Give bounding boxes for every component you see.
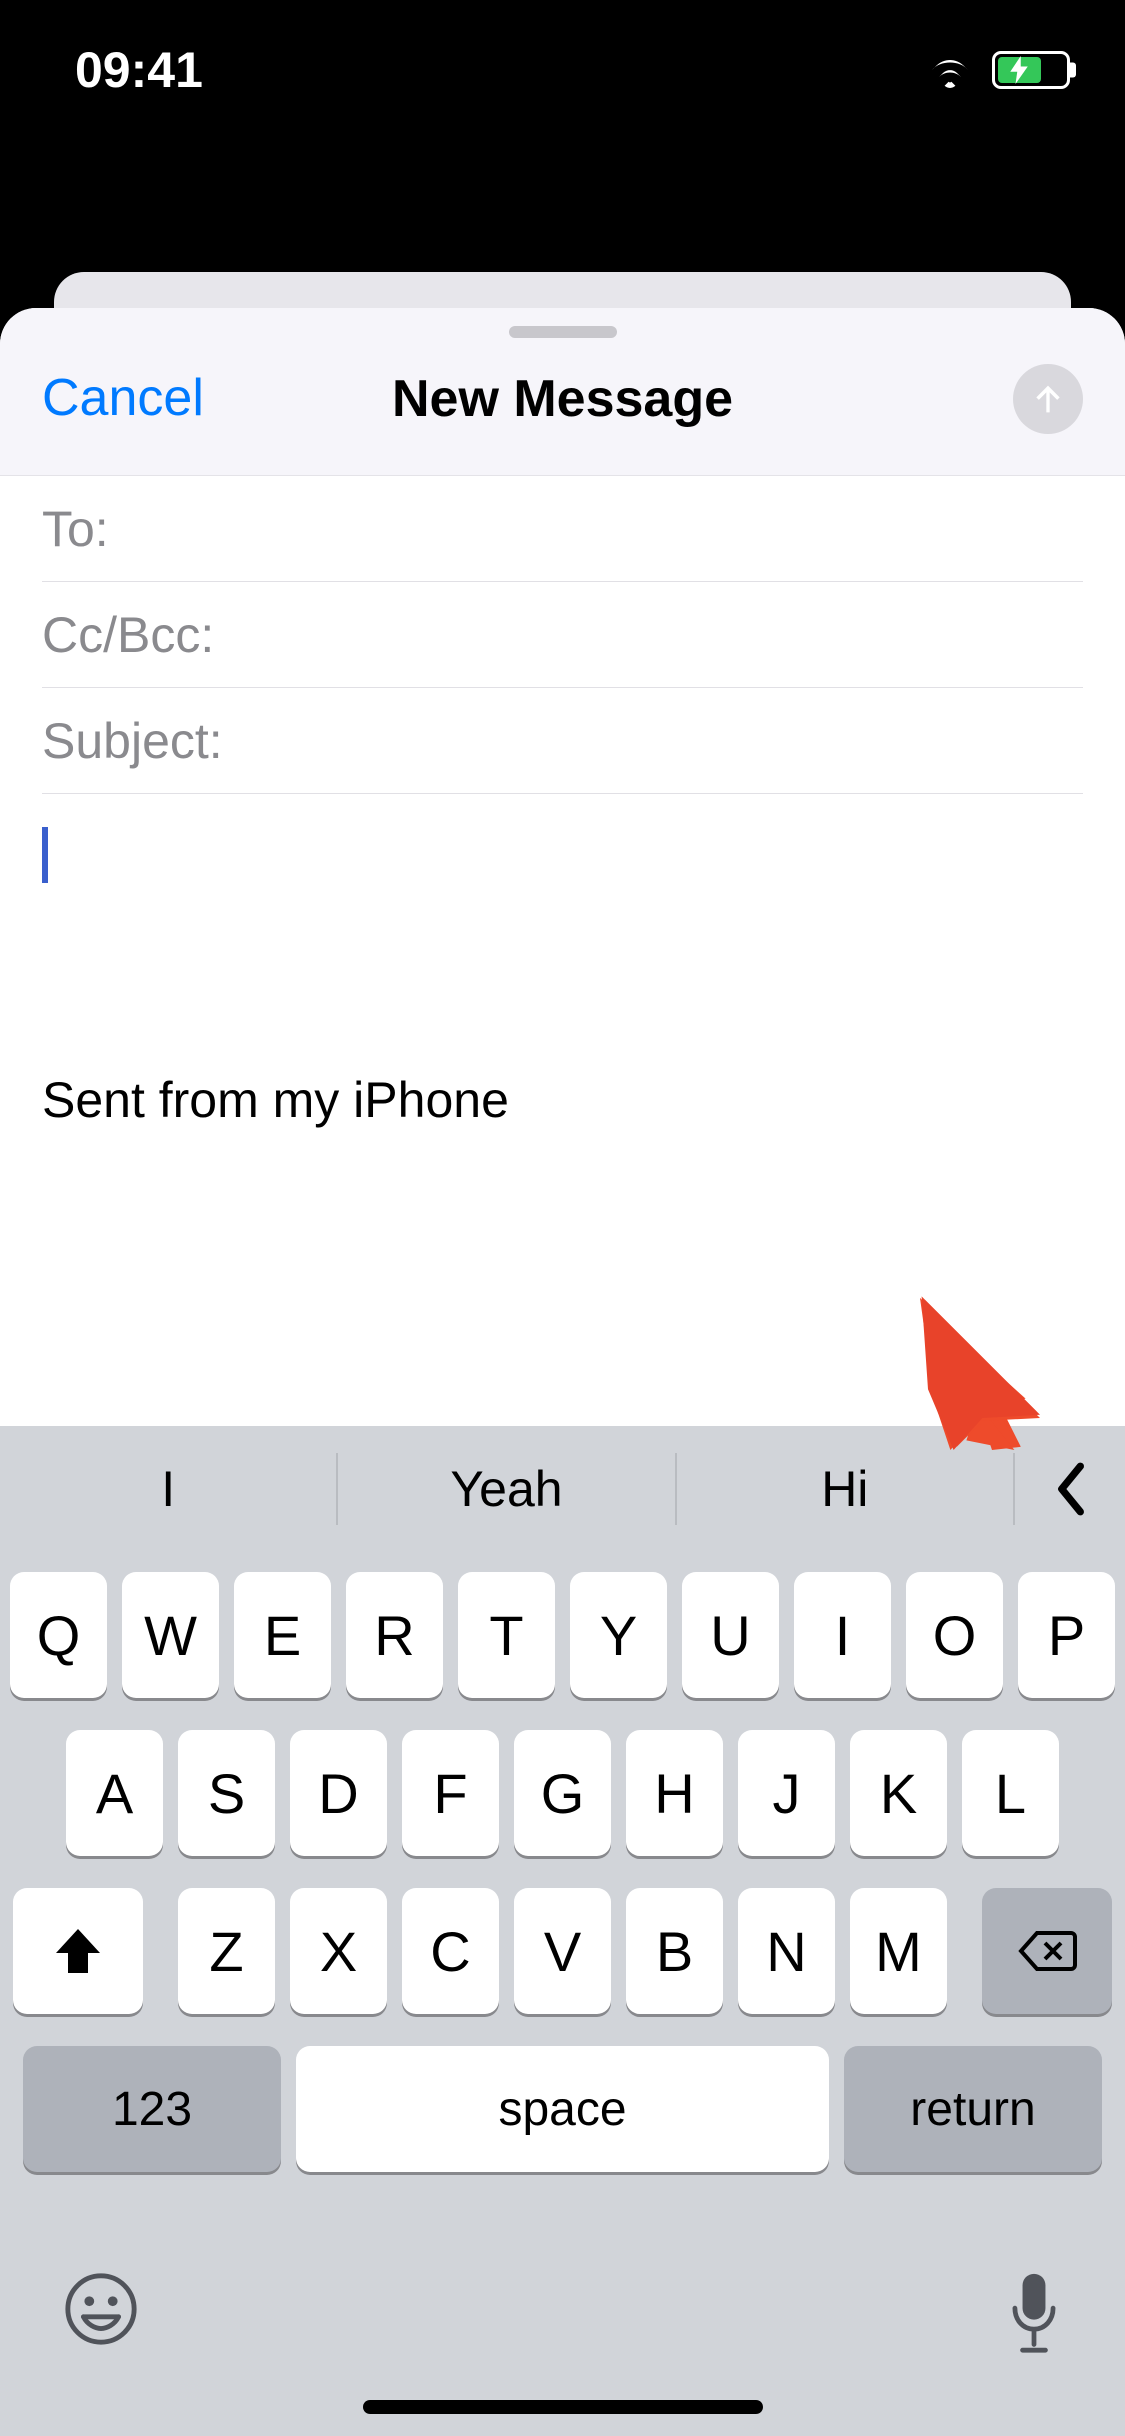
key-b[interactable]: B — [626, 1888, 723, 2014]
header-fields: To: Cc/Bcc: Subject: — [0, 476, 1125, 794]
shift-key[interactable] — [13, 1888, 143, 2014]
chevron-left-icon — [1051, 1460, 1089, 1518]
key-y[interactable]: Y — [570, 1572, 667, 1698]
sheet-grabber[interactable] — [509, 326, 617, 338]
dictation-button[interactable] — [1005, 2270, 1063, 2359]
key-n[interactable]: N — [738, 1888, 835, 2014]
status-right — [926, 51, 1070, 89]
numbers-key[interactable]: 123 — [23, 2046, 281, 2172]
key-w[interactable]: W — [122, 1572, 219, 1698]
key-row-2: A S D F G H J K L — [10, 1730, 1115, 1856]
arrow-up-icon — [1028, 379, 1068, 419]
page-title: New Message — [392, 369, 733, 429]
key-row-3: Z X C V B N M — [10, 1888, 1115, 2014]
key-x[interactable]: X — [290, 1888, 387, 2014]
key-u[interactable]: U — [682, 1572, 779, 1698]
delete-key[interactable] — [982, 1888, 1112, 2014]
wifi-icon — [926, 52, 974, 88]
cancel-button[interactable]: Cancel — [42, 368, 204, 428]
key-l[interactable]: L — [962, 1730, 1059, 1856]
return-key[interactable]: return — [844, 2046, 1102, 2172]
key-m[interactable]: M — [850, 1888, 947, 2014]
key-t[interactable]: T — [458, 1572, 555, 1698]
microphone-icon — [1005, 2270, 1063, 2354]
home-indicator[interactable] — [363, 2400, 763, 2414]
key-o[interactable]: O — [906, 1572, 1003, 1698]
compose-sheet: Cancel New Message To: Cc/Bcc: Subject: … — [0, 308, 1125, 2436]
key-q[interactable]: Q — [10, 1572, 107, 1698]
subject-field[interactable]: Subject: — [42, 688, 1083, 794]
key-row-4: 123 space return — [10, 2046, 1115, 2172]
predictive-suggestion-1[interactable]: I — [0, 1460, 336, 1518]
key-z[interactable]: Z — [178, 1888, 275, 2014]
emoji-button[interactable] — [62, 2270, 140, 2353]
status-bar: 09:41 — [0, 0, 1125, 140]
emoji-icon — [62, 2270, 140, 2348]
key-p[interactable]: P — [1018, 1572, 1115, 1698]
predictive-suggestion-3[interactable]: Hi — [677, 1460, 1013, 1518]
signature-text: Sent from my iPhone — [42, 1071, 1083, 1129]
ccbcc-label: Cc/Bcc: — [42, 606, 214, 664]
backspace-icon — [1017, 1929, 1077, 1973]
message-body[interactable]: Sent from my iPhone — [0, 794, 1125, 1157]
key-i[interactable]: I — [794, 1572, 891, 1698]
to-field[interactable]: To: — [42, 476, 1083, 582]
key-c[interactable]: C — [402, 1888, 499, 2014]
predictive-collapse-button[interactable] — [1015, 1460, 1125, 1518]
key-g[interactable]: G — [514, 1730, 611, 1856]
key-a[interactable]: A — [66, 1730, 163, 1856]
predictive-suggestion-2[interactable]: Yeah — [338, 1460, 674, 1518]
compose-header: Cancel New Message — [0, 308, 1125, 476]
key-h[interactable]: H — [626, 1730, 723, 1856]
space-key[interactable]: space — [296, 2046, 829, 2172]
text-cursor — [42, 827, 48, 883]
key-j[interactable]: J — [738, 1730, 835, 1856]
status-time: 09:41 — [75, 41, 203, 99]
shift-icon — [52, 1927, 104, 1975]
key-k[interactable]: K — [850, 1730, 947, 1856]
key-f[interactable]: F — [402, 1730, 499, 1856]
key-row-1: Q W E R T Y U I O P — [10, 1572, 1115, 1698]
subject-label: Subject: — [42, 712, 223, 770]
predictive-bar: I Yeah Hi — [0, 1426, 1125, 1552]
keyboard: I Yeah Hi Q W E R T Y U I O P — [0, 1426, 1125, 2436]
send-button[interactable] — [1013, 364, 1083, 434]
battery-icon — [992, 51, 1070, 89]
ccbcc-field[interactable]: Cc/Bcc: — [42, 582, 1083, 688]
key-s[interactable]: S — [178, 1730, 275, 1856]
to-label: To: — [42, 500, 109, 558]
key-r[interactable]: R — [346, 1572, 443, 1698]
key-v[interactable]: V — [514, 1888, 611, 2014]
key-d[interactable]: D — [290, 1730, 387, 1856]
key-e[interactable]: E — [234, 1572, 331, 1698]
